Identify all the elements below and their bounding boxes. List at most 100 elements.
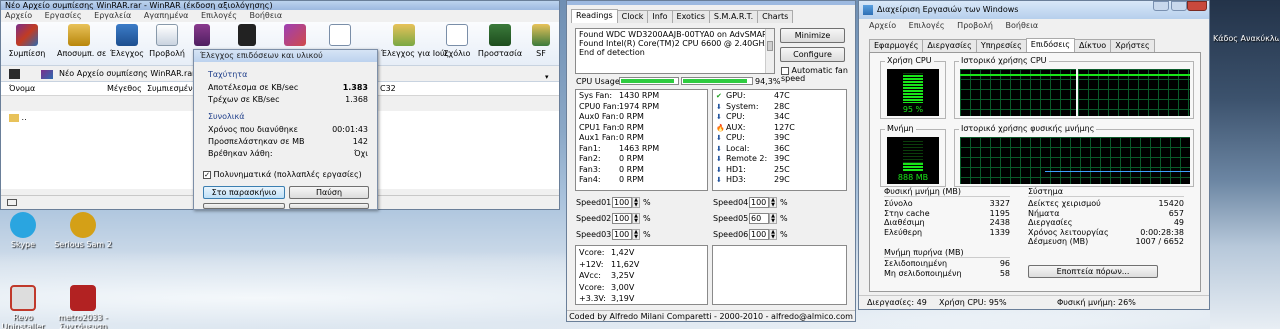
dialog-button-partial[interactable]	[289, 203, 369, 209]
stat-row: Ελεύθερη 1339	[884, 228, 1010, 238]
column-size[interactable]: Μέγεθος	[107, 82, 142, 96]
tab-charts[interactable]: Charts	[757, 10, 794, 23]
column-packed[interactable]: Συμπιεσμένο	[147, 82, 197, 96]
maximize-window-icon[interactable]	[1171, 1, 1187, 11]
task-manager-window[interactable]: Διαχείριση Εργασιών των Windows Αρχείο Ε…	[858, 0, 1210, 310]
voltage-value: 3,25V	[611, 271, 635, 280]
fan-row: CPU0 Fan: 1974 RPM	[579, 102, 663, 113]
find-button[interactable]	[237, 24, 257, 49]
tab-readings[interactable]: Readings	[571, 9, 618, 23]
speed-input[interactable]: 100	[612, 197, 632, 208]
memory-history-line	[1045, 171, 1190, 172]
stat-value: 58	[999, 268, 1010, 278]
info-button[interactable]	[329, 24, 351, 49]
tab-users[interactable]: Χρήστες	[1110, 39, 1155, 52]
speed-input[interactable]: 100	[749, 229, 769, 240]
taskmgr-app-icon	[863, 5, 873, 15]
protect-button[interactable]: Προστασία	[477, 24, 523, 58]
fans-panel: Sys Fan: 1430 RPM CPU0 Fan: 1974 RPM Aux0 Fa…	[575, 89, 708, 191]
minimize-window-icon[interactable]	[1153, 1, 1169, 11]
menu-commands[interactable]: Εργασίες	[45, 11, 82, 20]
spinner-arrows-icon[interactable]: ▲ ▼	[632, 197, 640, 208]
fan-name: Aux0 Fan:	[579, 112, 619, 121]
spinner-arrows-icon[interactable]: ▲ ▼	[769, 229, 777, 240]
wizard-button[interactable]	[283, 24, 307, 49]
folder-up-icon	[9, 113, 19, 122]
tab-clock[interactable]: Clock	[616, 10, 649, 23]
voltage-row: +12V: 11,62V	[579, 259, 639, 271]
log-box[interactable]: Found WDC WD3200AAJB-00TYA0 on AdvSMART …	[575, 28, 775, 74]
dialog-button-partial[interactable]	[203, 203, 285, 209]
desktop-right-label[interactable]: Κάδος Ανακύκλωσης	[1213, 34, 1279, 43]
tab-smart[interactable]: S.M.A.R.T.	[708, 10, 759, 23]
archive-books-icon	[16, 24, 38, 46]
tab-exotics[interactable]: Exotics	[671, 10, 710, 23]
extract-to-button[interactable]: Αποσυμπ. σε	[57, 24, 106, 58]
tab-applications[interactable]: Εφαρμογές	[869, 39, 924, 52]
tab-processes[interactable]: Διεργασίες	[922, 39, 977, 52]
spinner-arrows-icon[interactable]: ▲ ▼	[769, 213, 777, 224]
virus-scan-button[interactable]: Έλεγχος για Ιούς	[381, 24, 449, 58]
menu-help[interactable]: Βοήθεια	[249, 11, 282, 20]
close-window-icon[interactable]	[1187, 1, 1207, 11]
background-button[interactable]: Στο παρασκήνιο	[203, 186, 285, 199]
list-item[interactable]: ..	[9, 113, 27, 123]
menu-favorites[interactable]: Αγαπημένα	[144, 11, 189, 20]
speed-input[interactable]: 100	[612, 213, 632, 224]
configure-button[interactable]: Configure	[780, 47, 845, 62]
speed-input[interactable]: 100	[612, 229, 632, 240]
add-button[interactable]: Συμπίεση	[5, 24, 49, 58]
voltage-name: AVcc:	[579, 271, 601, 280]
column-crc[interactable]: C32	[380, 82, 396, 96]
resource-monitor-button[interactable]: Εποπτεία πόρων...	[1028, 265, 1158, 278]
temp-row: ⬇ Local: 36C	[716, 144, 806, 155]
comment-button[interactable]: Σχόλιο	[437, 24, 477, 58]
menu-help[interactable]: Βοήθεια	[1006, 21, 1039, 30]
menu-file[interactable]: Αρχείο	[5, 11, 32, 20]
desktop-icon-skype[interactable]: Skype	[0, 212, 53, 249]
dropdown-arrow-icon[interactable]: ▾	[545, 69, 555, 81]
voltage-name: +3.3V:	[579, 294, 606, 303]
tab-performance[interactable]: Επιδόσεις	[1025, 38, 1075, 52]
speedfan-window[interactable]: Readings Clock Info Exotics S.M.A.R.T. Charts…	[566, 0, 856, 322]
desktop-icon-revo[interactable]: Revo Uninstaller	[0, 285, 53, 329]
status-cpu: Χρήση CPU: 95%	[939, 298, 1007, 307]
tab-services[interactable]: Υπηρεσίες	[975, 39, 1027, 52]
speed-input[interactable]: 100	[749, 197, 769, 208]
menu-view[interactable]: Προβολή	[957, 21, 993, 30]
temp-value: 39C	[774, 133, 790, 142]
spinner-arrows-icon[interactable]: ▲ ▼	[632, 213, 640, 224]
minimize-button[interactable]: Minimize	[780, 28, 845, 43]
up-folder-icon[interactable]	[9, 69, 20, 79]
pause-button[interactable]: Παύση	[289, 186, 369, 199]
desktop-wallpaper-mountains	[1210, 0, 1280, 329]
scrollbar-thumb[interactable]	[767, 41, 773, 51]
auto-fan-checkbox[interactable]: Automatic fan speed	[781, 67, 853, 83]
down-arrow-icon: ⬇	[716, 176, 722, 184]
sfx-button[interactable]: SF	[527, 24, 555, 58]
multithread-checkbox[interactable]: ✓ Πολυνηματικά (πολλαπλές εργασίες)	[203, 170, 362, 179]
stat-name: Νήματα	[1028, 208, 1060, 218]
tab-info[interactable]: Info	[647, 10, 673, 23]
speed-input[interactable]: 60	[749, 213, 769, 224]
spinner-arrows-icon[interactable]: ▲ ▼	[769, 197, 777, 208]
test-button[interactable]: Έλεγχος	[105, 24, 149, 58]
view-button[interactable]: Προβολή	[145, 24, 189, 58]
fan-value: 0 RPM	[619, 154, 644, 163]
menu-tools[interactable]: Εργαλεία	[94, 11, 131, 20]
desktop-icon-metro2033[interactable]: metro2033 - Συντόμευση	[53, 285, 113, 329]
tab-networking[interactable]: Δίκτυο	[1073, 39, 1112, 52]
stat-value: 0:00:28:38	[1140, 227, 1184, 237]
menu-file[interactable]: Αρχείο	[869, 21, 896, 30]
log-scrollbar[interactable]	[765, 29, 774, 73]
column-name[interactable]: Όνομα	[9, 82, 35, 96]
virus-scan-icon	[393, 24, 415, 46]
desktop-icon-serious-sam[interactable]: Serious Sam 2	[53, 212, 113, 249]
speed-row: Speed05:60 ▲ ▼%	[713, 213, 788, 224]
menu-options[interactable]: Επιλογές	[201, 11, 237, 20]
stat-value: 2438	[989, 218, 1010, 227]
spinner-arrows-icon[interactable]: ▲ ▼	[632, 229, 640, 240]
delete-button[interactable]	[193, 24, 211, 49]
benchmark-dialog[interactable]: Έλεγχος επιδόσεων και υλικού Ταχύτητα Απ…	[193, 49, 378, 210]
menu-options[interactable]: Επιλογές	[909, 21, 945, 30]
